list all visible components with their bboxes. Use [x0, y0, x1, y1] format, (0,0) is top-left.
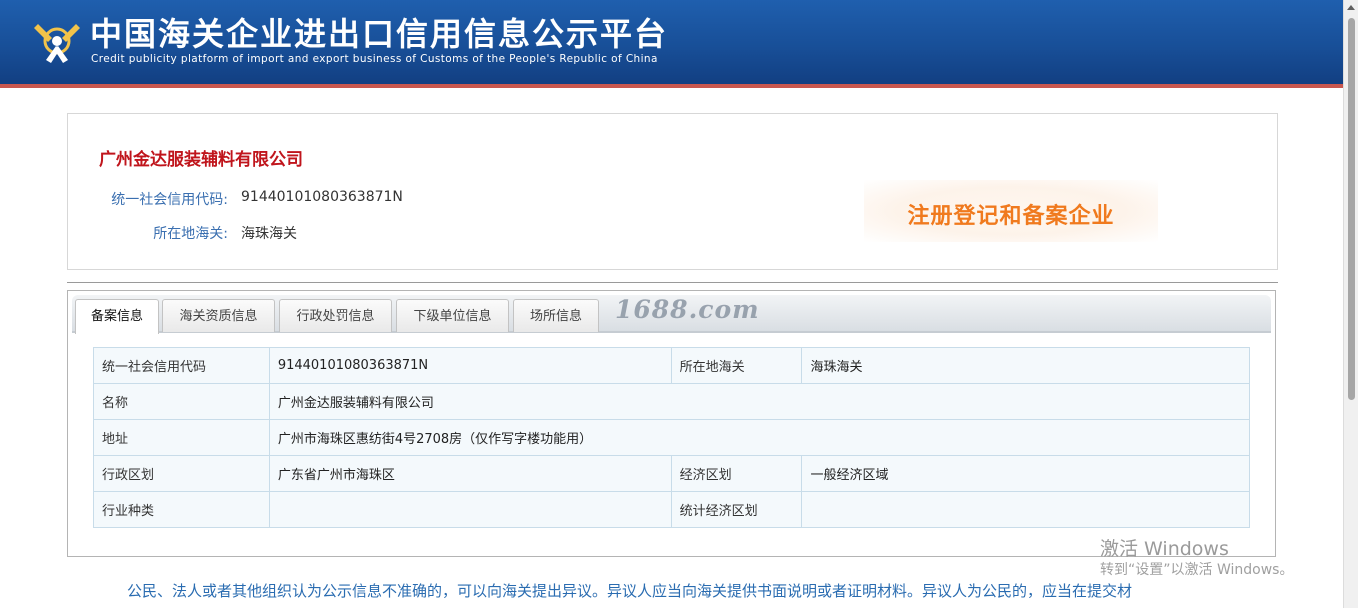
customs-emblem-icon [34, 24, 80, 63]
section-divider [67, 282, 1278, 283]
credit-code-label: 统一社会信用代码: [111, 192, 228, 208]
tab-administrative-penalty[interactable]: 行政处罚信息 [279, 299, 392, 332]
site-header: 中国海关企业进出口信用信息公示平台 Credit publicity platf… [0, 0, 1343, 88]
filing-detail-table: 统一社会信用代码 91440101080363871N 所在地海关 海珠海关 名… [93, 347, 1251, 528]
tab-subordinate-units[interactable]: 下级单位信息 [396, 299, 509, 332]
windows-activation-title: 激活 Windows [1100, 538, 1229, 560]
table-cell-label: 行政区划 [93, 455, 270, 492]
customs-label: 所在地海关: [153, 226, 228, 242]
registration-status-text: 注册登记和备案企业 [907, 204, 1115, 229]
table-cell-value: 广州金达服装辅料有限公司 [268, 383, 1251, 420]
site-subtitle: Credit publicity platform of import and … [91, 53, 658, 65]
table-cell-label: 统计经济区划 [670, 491, 803, 528]
tab-customs-qualification[interactable]: 海关资质信息 [162, 299, 275, 332]
table-cell-label: 名称 [93, 383, 270, 420]
table-cell-value [268, 491, 672, 528]
table-cell-value: 广东省广州市海珠区 [268, 455, 672, 492]
table-cell-value: 广州市海珠区惠纺街4号2708房（仅作写字楼功能用） [268, 419, 1251, 456]
table-cell-value: 一般经济区域 [801, 455, 1250, 492]
table-cell-label: 经济区划 [670, 455, 803, 492]
company-summary: 广州金达服装辅料有限公司 统一社会信用代码: 91440101080363871… [67, 113, 1278, 270]
customs-value: 海珠海关 [241, 226, 297, 242]
registration-status-stamp: 注册登记和备案企业 [864, 180, 1158, 242]
table-row: 地址 广州市海珠区惠纺街4号2708房（仅作写字楼功能用） [93, 419, 1251, 456]
site-title: 中国海关企业进出口信用信息公示平台 [90, 15, 669, 53]
vertical-scrollbar[interactable] [1343, 0, 1358, 608]
info-tab-panel: 备案信息 海关资质信息 行政处罚信息 下级单位信息 场所信息 1688.com … [67, 290, 1276, 557]
tab-site-info[interactable]: 场所信息 [513, 299, 599, 332]
table-cell-label: 统一社会信用代码 [93, 347, 270, 384]
table-cell-value: 91440101080363871N [268, 347, 672, 384]
table-cell-label: 地址 [93, 419, 270, 456]
table-row: 名称 广州金达服装辅料有限公司 [93, 383, 1251, 420]
table-cell-label: 所在地海关 [670, 347, 803, 384]
table-row: 行业种类 统计经济区划 [93, 491, 1250, 528]
credit-code-value: 91440101080363871N [241, 189, 403, 205]
table-cell-label: 行业种类 [93, 491, 270, 528]
windows-activation-hint: 转到“设置”以激活 Windows。 [1100, 562, 1294, 578]
tab-bar: 备案信息 海关资质信息 行政处罚信息 下级单位信息 场所信息 1688.com [72, 295, 1271, 334]
scroll-thumb[interactable] [1348, 18, 1355, 400]
objection-notice: 公民、法人或者其他组织认为公示信息不准确的，可以向海关提出异议。异议人应当向海关… [127, 582, 1133, 600]
table-row: 统一社会信用代码 91440101080363871N 所在地海关 海珠海关 [93, 347, 1250, 384]
table-cell-value [801, 491, 1250, 528]
company-name: 广州金达服装辅料有限公司 [99, 150, 303, 170]
table-cell-value: 海珠海关 [801, 347, 1250, 384]
table-row: 行政区划 广东省广州市海珠区 经济区划 一般经济区域 [93, 455, 1250, 492]
watermark-text: 1688.com [615, 295, 760, 324]
scroll-up-arrow-icon[interactable] [1347, 5, 1355, 10]
tab-filing-info[interactable]: 备案信息 [75, 299, 159, 334]
